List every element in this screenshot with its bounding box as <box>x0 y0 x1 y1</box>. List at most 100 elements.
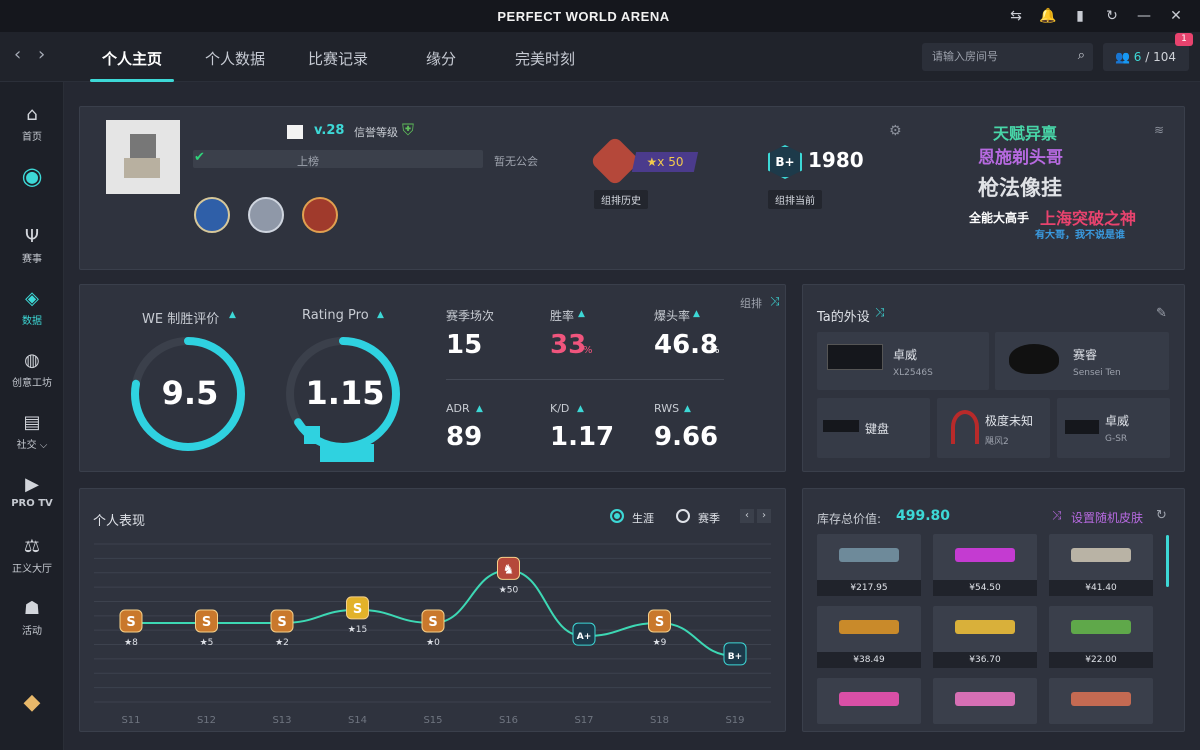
monitor-icon <box>827 344 883 370</box>
bell-icon[interactable]: 🔔 <box>1038 6 1058 26</box>
caret-up-icon: ▲ <box>476 404 483 414</box>
skin-item[interactable]: ¥22.00 <box>1049 606 1153 668</box>
notification-badge: 1 <box>1175 33 1193 46</box>
medal-shield-icon[interactable] <box>248 197 284 233</box>
minimize-icon[interactable]: — <box>1134 6 1154 26</box>
refresh-icon[interactable]: ↻ <box>1102 6 1122 26</box>
stat-value-winrate: 33 <box>550 330 587 360</box>
sidebar-item-label: 赛事 <box>22 254 42 265</box>
home-icon: ⌂ <box>26 104 38 125</box>
skin-price: ¥38.49 <box>817 652 921 668</box>
skin-item[interactable]: ¥41.40 <box>1049 534 1153 596</box>
shuffle-icon[interactable]: ⤨ <box>875 305 885 320</box>
rank-point: S ★15 <box>346 596 369 635</box>
caret-up-icon: ▲ <box>578 309 585 319</box>
wifi-logo-icon: ◉ <box>21 162 43 190</box>
room-search-input[interactable] <box>932 48 1072 66</box>
skin-item[interactable] <box>933 678 1037 724</box>
sidebar-item-tournament[interactable]: Ψ 赛事 <box>0 226 64 265</box>
settings-gear-icon[interactable]: ⚙ <box>889 123 902 139</box>
sidebar-item-home[interactable]: ⌂ 首页 <box>0 104 64 143</box>
peripheral-monitor[interactable]: 卓威 XL2546S <box>817 332 989 390</box>
peripheral-mousepad[interactable]: 卓威 G-SR <box>1057 398 1170 458</box>
diamond-icon: ◆ <box>23 690 41 715</box>
skin-price: ¥22.00 <box>1049 652 1153 668</box>
friends-counter[interactable]: 👥 6 / 104 <box>1103 43 1189 71</box>
credit-shield-icon: ⛨ <box>402 120 415 139</box>
peripheral-name: 键盘 <box>865 422 890 436</box>
peripheral-model: XL2546S <box>893 368 933 378</box>
rank-point: S ★5 <box>195 609 218 648</box>
switch-icon[interactable]: ⇆ <box>1006 6 1026 26</box>
skin-item[interactable]: ¥36.70 <box>933 606 1037 668</box>
tagline-4: 全能大高手 <box>969 211 1030 225</box>
skin-item[interactable]: ¥38.49 <box>817 606 921 668</box>
caret-up-icon: ▲ <box>684 404 691 414</box>
peripheral-mouse[interactable]: 赛睿 Sensei Ten <box>995 332 1169 390</box>
rank-point: S ★8 <box>119 609 143 648</box>
data-icon: ◈ <box>25 288 39 309</box>
inventory-value: 499.80 <box>896 508 951 524</box>
friends-online: 6 <box>1133 50 1142 64</box>
radio-career-label: 生涯 <box>632 512 654 525</box>
rank-point: S ★9 <box>648 609 671 648</box>
close-icon[interactable]: ✕ <box>1166 6 1186 26</box>
peripheral-headset[interactable]: 极度未知 飓风2 <box>937 398 1050 458</box>
sidebar: ⌂ 首页 ◉ Ψ 赛事 ◈ 数据 ◍ 创意工坊 ▤ 社交 ⌵ ▶ PRO TV ⚖ 正义大厅 … <box>0 82 64 750</box>
sidebar-item-activity[interactable]: ☗ 活动 <box>0 598 64 637</box>
medal-star-icon[interactable] <box>194 197 230 233</box>
random-skin-button[interactable]: 设置随机皮肤 <box>1071 509 1143 526</box>
rank-label: S <box>353 602 362 617</box>
inventory-label: 库存总价值: <box>817 512 882 526</box>
shuffle-icon[interactable]: ⤨ <box>770 294 780 309</box>
signal-icon[interactable]: ▮ <box>1070 6 1090 26</box>
peripheral-keyboard[interactable]: 键盘 <box>817 398 930 458</box>
sidebar-item-logo[interactable]: ◉ <box>0 162 64 193</box>
rank-label: A+ <box>577 632 592 642</box>
radio-season[interactable] <box>676 509 690 523</box>
skin-item[interactable]: ¥54.50 <box>933 534 1037 596</box>
sidebar-item-workshop[interactable]: ◍ 创意工坊 <box>0 350 64 389</box>
chart-next-button[interactable]: › <box>757 509 771 523</box>
refresh-icon[interactable]: ↻ <box>1156 508 1167 523</box>
rank-history-label: 组排历史 <box>594 190 648 209</box>
gun-icon <box>955 548 1015 562</box>
skin-item[interactable] <box>1049 678 1153 724</box>
gun-icon <box>955 620 1015 634</box>
peripheral-model: 飓风2 <box>985 437 1009 447</box>
medal-dragon-icon[interactable] <box>302 197 338 233</box>
chat-icon: ▤ <box>23 412 41 433</box>
sidebar-item-social[interactable]: ▤ 社交 ⌵ <box>0 412 64 451</box>
star-count: ★2 <box>275 638 289 648</box>
search-icon[interactable]: ⌕ <box>1078 48 1085 63</box>
stat-unit-winrate: % <box>583 345 593 356</box>
chart-prev-button[interactable]: ‹ <box>740 509 754 523</box>
avatar[interactable] <box>106 120 180 194</box>
tab-personal-data[interactable]: 个人数据 <box>205 48 265 69</box>
rank-label: S <box>202 615 211 630</box>
radio-career[interactable] <box>610 509 624 523</box>
tab-moments[interactable]: 完美时刻 <box>515 48 575 69</box>
rating-label: Rating Pro <box>302 308 369 323</box>
back-icon[interactable]: ‹ <box>14 44 21 65</box>
layers-icon[interactable]: ≋ <box>1154 123 1164 137</box>
sidebar-item-vip[interactable]: ◆ <box>0 690 64 718</box>
sidebar-item-protv[interactable]: ▶ PRO TV <box>0 474 64 509</box>
rank-label: S <box>277 615 286 630</box>
title-bar: PERFECT WORLD ARENA ⇆ 🔔 ▮ ↻ — ✕ <box>0 0 1200 32</box>
forward-icon[interactable]: › <box>38 44 45 65</box>
performance-title: 个人表现 <box>93 514 146 529</box>
stat-label-winrate: 胜率 <box>550 309 575 323</box>
skin-item[interactable]: ¥217.95 <box>817 534 921 596</box>
leaderboard-label: 上榜 <box>297 155 319 168</box>
scrollbar[interactable] <box>1166 535 1169 587</box>
tab-match-history[interactable]: 比赛记录 <box>308 48 368 69</box>
tab-affinity[interactable]: 缘分 <box>426 48 456 69</box>
sidebar-item-justice[interactable]: ⚖ 正义大厅 <box>0 536 64 575</box>
skin-item[interactable] <box>817 678 921 724</box>
peripheral-model: G-SR <box>1105 434 1128 444</box>
sidebar-item-data[interactable]: ◈ 数据 <box>0 288 64 327</box>
tab-home[interactable]: 个人主页 <box>102 48 162 69</box>
edit-pencil-icon[interactable]: ✎ <box>1156 306 1167 321</box>
rank-label: S <box>428 615 437 630</box>
